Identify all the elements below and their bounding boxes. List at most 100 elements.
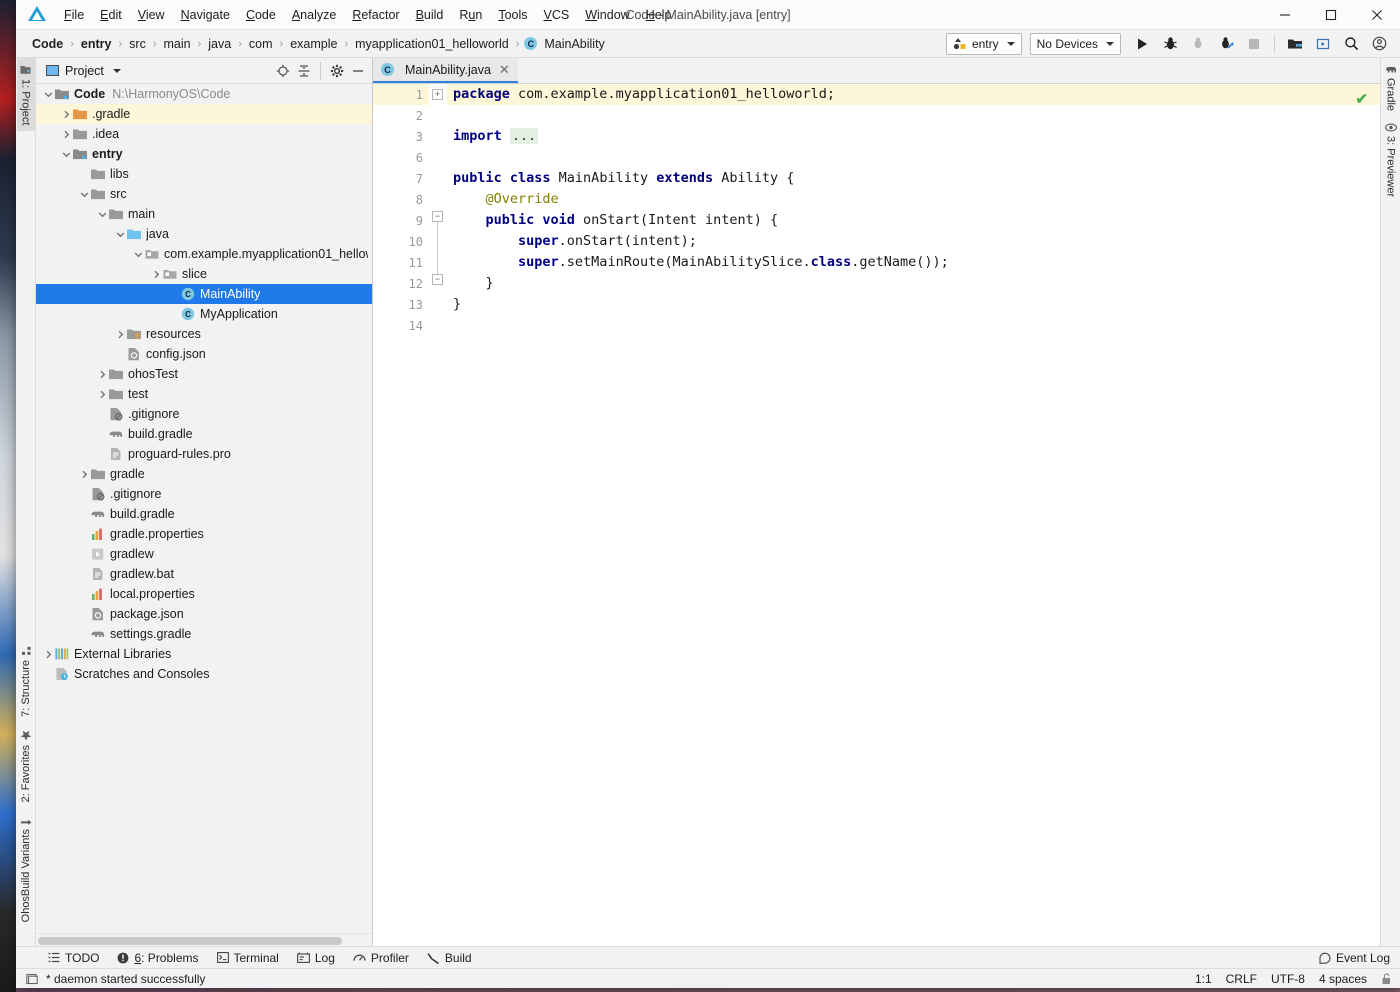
event-log-label[interactable]: Event Log xyxy=(1336,951,1390,965)
sidebar-item-project[interactable]: 1: Project xyxy=(16,58,35,132)
bottom-tab-terminal[interactable]: Terminal xyxy=(216,951,279,965)
code-line[interactable] xyxy=(453,147,1380,168)
code-line[interactable] xyxy=(453,105,1380,126)
code-line[interactable]: public void onStart(Intent intent) { xyxy=(453,210,1380,231)
minimize-button[interactable] xyxy=(1262,0,1308,30)
bottom-tab-log[interactable]: Log xyxy=(296,951,335,965)
code-line[interactable]: package com.example.myapplication01_hell… xyxy=(447,84,1380,105)
tree-row[interactable]: .gitignore xyxy=(36,484,372,504)
maximize-button[interactable] xyxy=(1308,0,1354,30)
code-line[interactable]: } xyxy=(453,273,1380,294)
menu-window[interactable]: Window xyxy=(577,4,637,26)
gutter-line-number[interactable]: 7 xyxy=(373,168,429,189)
bottom-tab-build[interactable]: Build xyxy=(427,951,472,965)
menu-file[interactable]: File xyxy=(56,4,92,26)
tree-row[interactable]: com.example.myapplication01_hellow xyxy=(36,244,372,264)
fold-expand-import-icon[interactable]: + xyxy=(432,89,443,100)
menu-analyze[interactable]: Analyze xyxy=(284,4,344,26)
breadcrumb-item-com[interactable]: com xyxy=(247,36,275,52)
tree-row[interactable]: build.gradle xyxy=(36,424,372,444)
search-everywhere-button[interactable] xyxy=(1338,32,1364,56)
chevron-right-icon[interactable] xyxy=(96,384,108,404)
code-line[interactable]: public class MainAbility extends Ability… xyxy=(453,168,1380,189)
file-encoding[interactable]: UTF-8 xyxy=(1271,972,1305,986)
menu-refactor[interactable]: Refactor xyxy=(344,4,407,26)
gutter-line-number[interactable]: 13 xyxy=(373,294,429,315)
menu-tools[interactable]: Tools xyxy=(490,4,535,26)
gutter-line-number[interactable]: 11 xyxy=(373,252,429,273)
chevron-right-icon[interactable] xyxy=(78,464,90,484)
close-button[interactable] xyxy=(1354,0,1400,30)
tree-row[interactable]: test xyxy=(36,384,372,404)
chevron-right-icon[interactable] xyxy=(150,264,162,284)
attach-debugger-button[interactable] xyxy=(1185,32,1211,56)
code-line[interactable]: import ... xyxy=(453,126,1380,147)
chevron-down-icon[interactable] xyxy=(132,244,144,264)
tree-row[interactable]: main xyxy=(36,204,372,224)
chevron-right-icon[interactable] xyxy=(60,104,72,124)
debug-button[interactable] xyxy=(1157,32,1183,56)
project-tree-horizontal-scrollbar[interactable] xyxy=(36,933,372,946)
editor-tab-mainability[interactable]: C MainAbility.java ✕ xyxy=(373,58,518,83)
tree-row[interactable]: proguard-rules.pro xyxy=(36,444,372,464)
tree-row[interactable]: Code N:\HarmonyOS\Code xyxy=(36,84,372,104)
scrollbar-thumb[interactable] xyxy=(38,937,342,945)
menu-view[interactable]: View xyxy=(130,4,173,26)
code-text[interactable]: package com.example.myapplication01_hell… xyxy=(447,84,1380,946)
tree-row[interactable]: C MyApplication xyxy=(36,304,372,324)
indent-setting[interactable]: 4 spaces xyxy=(1319,972,1367,986)
tree-row[interactable]: entry xyxy=(36,144,372,164)
chevron-right-icon[interactable] xyxy=(60,124,72,144)
tree-row[interactable]: .idea xyxy=(36,124,372,144)
tree-row[interactable]: gradle.properties xyxy=(36,524,372,544)
breadcrumb-item-class[interactable]: MainAbility xyxy=(542,36,606,52)
code-line[interactable]: @Override xyxy=(453,189,1380,210)
code-line[interactable]: super.setMainRoute(MainAbilitySlice.clas… xyxy=(453,252,1380,273)
device-selector[interactable]: No Devices xyxy=(1029,32,1121,55)
gutter-line-number[interactable]: 8 xyxy=(373,189,429,210)
tree-row[interactable]: gradle xyxy=(36,464,372,484)
chevron-down-icon[interactable] xyxy=(42,84,54,104)
chevron-down-icon[interactable] xyxy=(96,204,108,224)
code-line[interactable]: super.onStart(intent); xyxy=(453,231,1380,252)
breadcrumb-item-entry[interactable]: entry xyxy=(79,36,114,52)
tree-row[interactable]: .gradle xyxy=(36,104,372,124)
breadcrumb-item-package[interactable]: myapplication01_helloworld xyxy=(353,36,511,52)
tree-row[interactable]: gradlew.bat xyxy=(36,564,372,584)
breadcrumb-item-src[interactable]: src xyxy=(127,36,148,52)
sidebar-item-previewer[interactable]: 3: Previewer xyxy=(1382,117,1400,203)
gutter-line-number[interactable]: 2 xyxy=(373,105,429,126)
tree-row[interactable]: config.json xyxy=(36,344,372,364)
sidebar-item-ohosbuild-variants[interactable]: OhosBuild Variants xyxy=(17,809,35,928)
tree-row[interactable]: Scratches and Consoles xyxy=(36,664,372,684)
tree-row[interactable]: src xyxy=(36,184,372,204)
gutter-line-number[interactable]: 1 xyxy=(373,84,429,105)
settings-button[interactable] xyxy=(327,61,347,81)
project-tree[interactable]: Code N:\HarmonyOS\Code .gradle .idea entry li… xyxy=(36,84,372,933)
gutter-line-number[interactable]: 14 xyxy=(373,315,429,336)
select-opened-file-button[interactable] xyxy=(273,61,293,81)
code-line[interactable]: } xyxy=(453,294,1380,315)
collapse-all-button[interactable] xyxy=(294,61,314,81)
fold-collapse-method-icon[interactable]: − xyxy=(432,211,443,222)
chevron-down-icon[interactable] xyxy=(78,184,90,204)
device-manager-button[interactable] xyxy=(1282,32,1308,56)
menu-code[interactable]: Code xyxy=(238,4,284,26)
tree-row[interactable]: C MainAbility xyxy=(36,284,372,304)
chevron-right-icon[interactable] xyxy=(96,364,108,384)
bottom-tab-problems[interactable]: 6: Problems xyxy=(117,951,199,965)
fold-collapse-method-end-icon[interactable]: − xyxy=(432,274,443,285)
chevron-down-icon[interactable] xyxy=(114,224,126,244)
inspection-status-icon[interactable]: ✔ xyxy=(1355,90,1368,108)
previewer-button[interactable] xyxy=(1310,32,1336,56)
stop-button[interactable] xyxy=(1241,32,1267,56)
breadcrumb-item-java[interactable]: java xyxy=(206,36,233,52)
menu-navigate[interactable]: Navigate xyxy=(173,4,238,26)
hide-panel-button[interactable] xyxy=(348,61,368,81)
tree-row[interactable]: build.gradle xyxy=(36,504,372,524)
gutter-line-number[interactable]: 3 xyxy=(373,126,429,147)
profile-button[interactable] xyxy=(1213,32,1239,56)
menu-edit[interactable]: Edit xyxy=(92,4,130,26)
tree-row[interactable]: External Libraries xyxy=(36,644,372,664)
breadcrumb-item-example[interactable]: example xyxy=(288,36,339,52)
